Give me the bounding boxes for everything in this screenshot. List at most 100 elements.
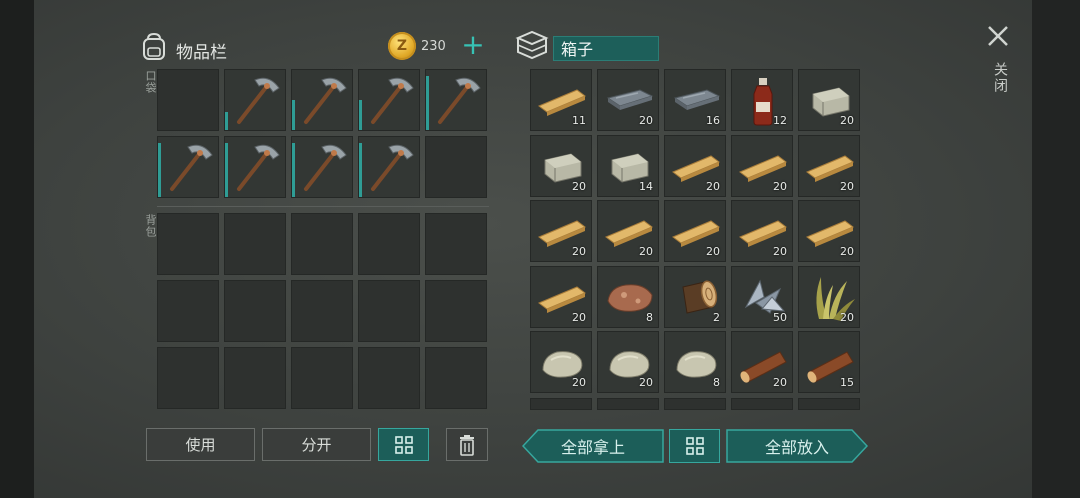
take-all-label: 全部拿上	[560, 438, 625, 457]
take-all-button[interactable]: 全部拿上	[522, 429, 664, 463]
durability-bar	[359, 143, 362, 197]
box-slot[interactable]: 8	[597, 265, 659, 328]
item-count: 20	[706, 179, 720, 193]
section-divider	[157, 206, 489, 207]
box-slot[interactable]: 20	[798, 265, 860, 328]
item-count: 20	[639, 114, 653, 127]
item-count: 20	[639, 376, 653, 389]
box-slot[interactable]: 20	[530, 331, 592, 393]
box-slot[interactable]: 20	[597, 331, 659, 393]
backpack-slot[interactable]	[358, 213, 420, 275]
backpack-slot[interactable]	[291, 347, 353, 409]
box-slot[interactable]: 20	[798, 69, 860, 131]
coin-symbol: Z	[396, 38, 408, 54]
pocket-slot[interactable]	[157, 69, 219, 131]
box-slot[interactable]: 20	[597, 69, 659, 131]
backpack-slot[interactable]	[224, 213, 286, 275]
backpack-slot[interactable]	[224, 280, 286, 342]
backpack-slot[interactable]	[157, 213, 219, 275]
box-slot[interactable]: 20	[664, 134, 726, 197]
coin-count: 230	[421, 39, 446, 54]
item-count: 11	[572, 114, 586, 127]
pocket-slot[interactable]	[425, 69, 487, 131]
backpack-slot[interactable]	[425, 347, 487, 409]
box-slot[interactable]: 11	[530, 69, 592, 131]
coin-icon: Z	[388, 32, 416, 60]
box-slot[interactable]: 20	[530, 200, 592, 262]
pocket-slot[interactable]	[291, 136, 353, 198]
pocket-slot[interactable]	[291, 69, 353, 131]
box-slot[interactable]: 20	[731, 200, 793, 262]
pocket-slot[interactable]	[358, 136, 420, 198]
backpack-slot[interactable]	[157, 280, 219, 342]
pocket-slot[interactable]	[358, 69, 420, 131]
box-slot[interactable]: 2	[664, 265, 726, 328]
item-count: 50	[773, 310, 787, 324]
box-slot[interactable]: 20	[530, 265, 592, 328]
item-count: 20	[773, 245, 787, 258]
backpack-slot[interactable]	[358, 280, 420, 342]
sort-box-button[interactable]	[669, 429, 720, 463]
item-count: 12	[773, 114, 787, 127]
item-count: 20	[706, 245, 720, 258]
pickaxe-icon	[237, 144, 280, 191]
box-slot[interactable]: 15	[798, 331, 860, 393]
backpack-icon	[143, 32, 165, 60]
durability-bar	[426, 76, 429, 130]
item-count: 20	[639, 245, 653, 258]
sort-inventory-button[interactable]	[378, 428, 429, 461]
right-screen-edge	[1032, 0, 1080, 498]
trash-button[interactable]	[446, 428, 488, 461]
durability-bar	[359, 100, 362, 130]
item-count: 20	[572, 376, 586, 389]
box-slot[interactable]: 20	[731, 134, 793, 197]
box-slot[interactable]: 50	[731, 265, 793, 328]
pickaxe-icon	[304, 77, 347, 124]
add-coins-button[interactable]: +	[458, 31, 488, 60]
item-count: 20	[572, 179, 586, 193]
box-slot[interactable]	[798, 398, 860, 410]
item-count: 20	[840, 310, 854, 324]
pocket-slot[interactable]	[224, 69, 286, 131]
pocket-slot[interactable]	[425, 136, 487, 198]
pocket-slot[interactable]	[157, 136, 219, 198]
box-slot[interactable]: 20	[597, 200, 659, 262]
box-slot[interactable]: 14	[597, 134, 659, 197]
box-slot[interactable]: 20	[798, 200, 860, 262]
backpack-slot[interactable]	[425, 280, 487, 342]
box-slot[interactable]: 20	[731, 331, 793, 393]
pickaxe-icon	[237, 77, 280, 124]
box-slot[interactable]: 20	[798, 134, 860, 197]
box-slot[interactable]: 16	[664, 69, 726, 131]
pickaxe-icon	[371, 144, 414, 191]
use-button[interactable]: 使用	[146, 428, 255, 461]
backpack-slot[interactable]	[291, 280, 353, 342]
box-slot[interactable]	[664, 398, 726, 410]
backpack-label: 背包	[144, 214, 157, 238]
close-label[interactable]: 关闭	[990, 62, 1010, 94]
box-slot[interactable]: 8	[664, 331, 726, 393]
backpack-slot[interactable]	[425, 213, 487, 275]
close-icon[interactable]	[984, 22, 1012, 50]
split-button[interactable]: 分开	[262, 428, 371, 461]
backpack-slot[interactable]	[291, 213, 353, 275]
item-count: 16	[706, 114, 720, 127]
backpack-slot[interactable]	[157, 347, 219, 409]
item-count: 2	[713, 310, 720, 324]
box-slot[interactable]	[731, 398, 793, 410]
box-slot[interactable]	[530, 398, 592, 410]
box-slot[interactable]: 20	[664, 200, 726, 262]
trash-icon	[460, 434, 474, 456]
box-slot[interactable]: 12	[731, 69, 793, 131]
box-slot[interactable]	[597, 398, 659, 410]
backpack-slot[interactable]	[224, 347, 286, 409]
put-all-label: 全部放入	[764, 438, 829, 457]
pocket-label: 口袋	[144, 70, 157, 94]
pocket-slot[interactable]	[224, 136, 286, 198]
item-count: 20	[773, 179, 787, 193]
item-count: 20	[840, 245, 854, 258]
put-all-button[interactable]: 全部放入	[726, 429, 868, 463]
item-count: 20	[572, 245, 586, 258]
box-slot[interactable]: 20	[530, 134, 592, 197]
backpack-slot[interactable]	[358, 347, 420, 409]
